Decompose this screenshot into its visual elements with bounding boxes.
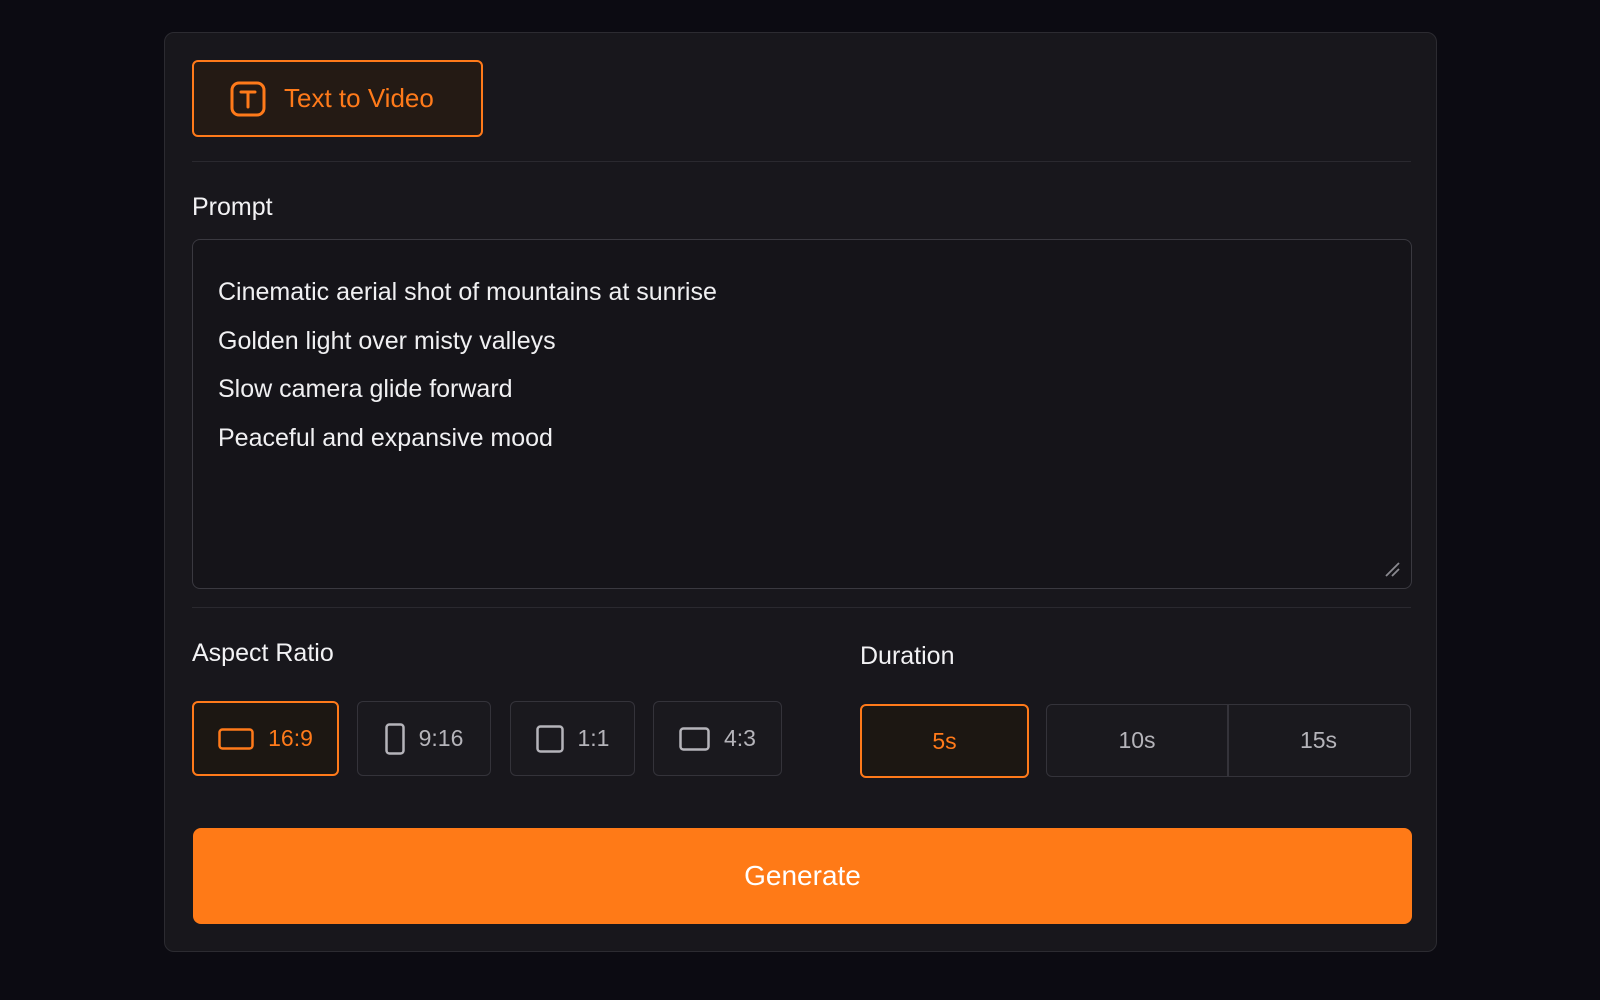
duration-option-15s[interactable]: 15s (1228, 705, 1409, 776)
prompt-line: Cinematic aerial shot of mountains at su… (218, 278, 717, 306)
duration-group: 10s 15s (1046, 704, 1411, 777)
prompt-line: Peaceful and expansive mood (218, 423, 553, 452)
prompt-label: Prompt (192, 193, 273, 221)
duration-option-10s[interactable]: 10s (1047, 705, 1227, 776)
mode-tab-text-to-video[interactable]: Text to Video (192, 60, 483, 137)
aspect-option-4-3[interactable]: 4:3 (653, 701, 782, 776)
aspect-option-label: 16:9 (268, 725, 313, 751)
duration-option-5s[interactable]: 5s (860, 704, 1029, 778)
duration-option-label: 5s (932, 727, 957, 754)
aspect-option-label: 4:3 (724, 725, 756, 751)
generate-button[interactable]: Generate (193, 828, 1412, 924)
resize-handle-icon[interactable] (1383, 560, 1401, 578)
prompt-textarea[interactable]: Cinematic aerial shot of mountains at su… (192, 239, 1412, 589)
duration-option-label: 10s (1118, 727, 1156, 753)
portrait-icon (384, 722, 405, 755)
duration-option-label: 15s (1299, 727, 1338, 753)
aspect-option-label: 9:16 (418, 725, 464, 751)
standard-icon (679, 726, 710, 751)
duration-label: Duration (860, 642, 955, 670)
square-icon (535, 724, 564, 753)
aspect-ratio-label: Aspect Ratio (192, 639, 334, 667)
prompt-line: Golden light over misty valleys (218, 326, 556, 355)
aspect-option-16-9[interactable]: 16:9 (192, 701, 339, 776)
aspect-option-9-16[interactable]: 9:16 (357, 701, 491, 776)
aspect-option-label: 1:1 (577, 725, 610, 751)
mode-tab-label: Text to Video (284, 83, 434, 113)
text-t-icon (230, 81, 266, 116)
prompt-line: Slow camera glide forward (218, 375, 513, 403)
divider (192, 607, 1411, 608)
landscape-icon (218, 727, 254, 750)
aspect-option-1-1[interactable]: 1:1 (510, 701, 635, 776)
generator-panel: Text to Video Prompt Cinematic aerial sh… (164, 32, 1437, 952)
divider (192, 161, 1411, 162)
